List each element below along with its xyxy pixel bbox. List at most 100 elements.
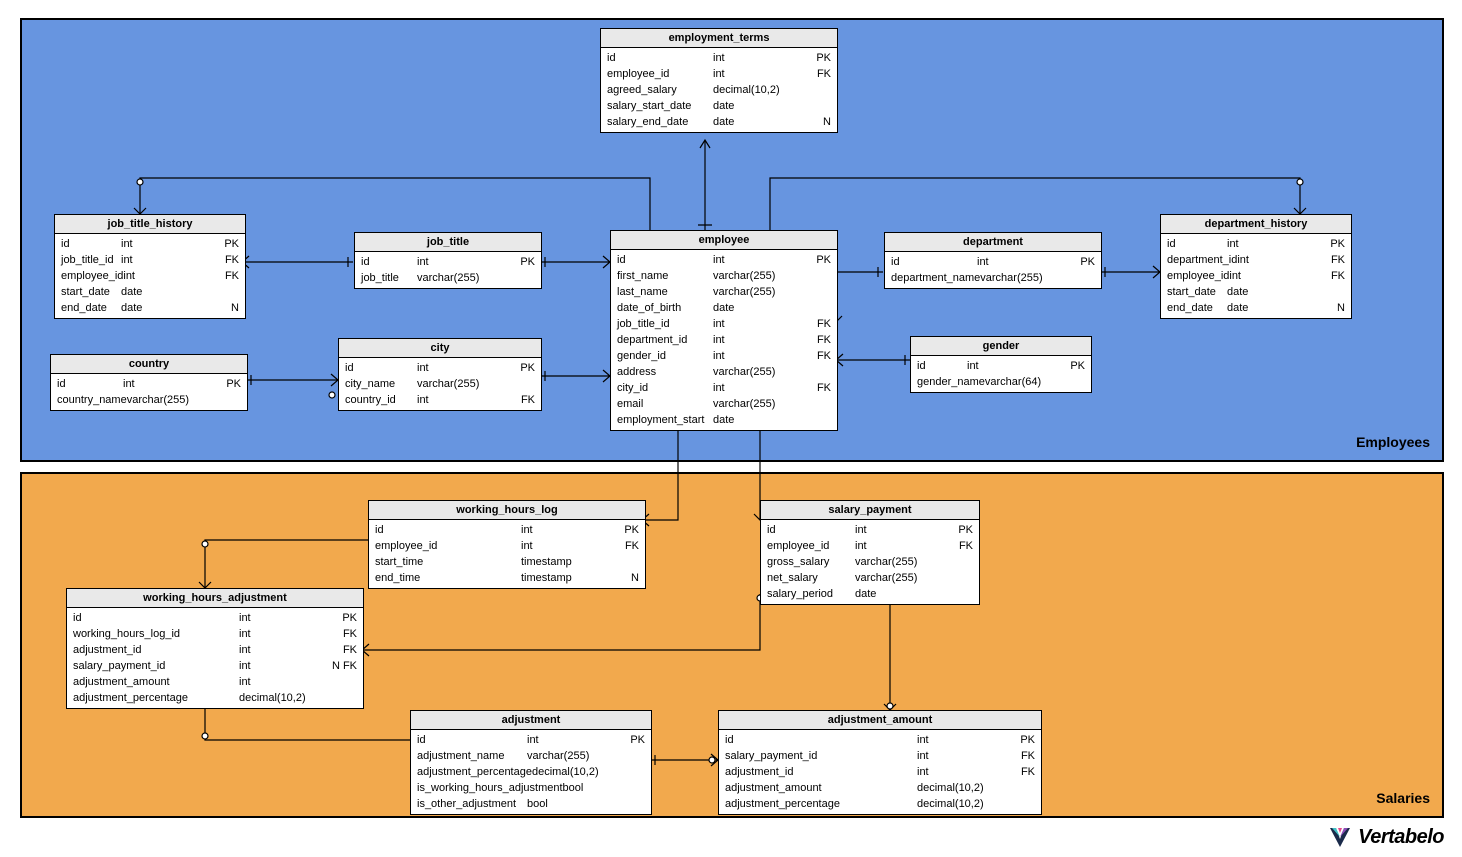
column-name: city_name	[345, 377, 417, 391]
column-key	[803, 301, 831, 315]
entity-title: city	[339, 339, 541, 358]
column-name: id	[417, 733, 527, 747]
entity-column: idintPK	[719, 732, 1041, 748]
column-type: int	[713, 51, 803, 65]
entity-column: salary_start_datedate	[601, 98, 837, 114]
entity-column: country_namevarchar(255)	[51, 392, 247, 408]
entity-adjustment[interactable]: adjustment idintPKadjustment_namevarchar…	[410, 710, 652, 815]
entity-column: adjustment_amountint	[67, 674, 363, 690]
entity-adjustment_amount[interactable]: adjustment_amount idintPKsalary_payment_…	[718, 710, 1042, 815]
column-name: adjustment_amount	[725, 781, 917, 795]
entity-column: job_titlevarchar(255)	[355, 270, 541, 286]
entity-department[interactable]: department idintPKdepartment_namevarchar…	[884, 232, 1102, 289]
column-name: id	[617, 253, 713, 267]
entity-salary_payment[interactable]: salary_payment idintPKemployee_idintFKgr…	[760, 500, 980, 605]
column-key: FK	[1007, 765, 1035, 779]
column-name: id	[361, 255, 417, 269]
column-key	[803, 99, 831, 113]
column-name: department_id	[1167, 253, 1237, 267]
column-type: varchar(255)	[855, 555, 945, 569]
column-name: adjustment_percentage	[725, 797, 917, 811]
column-key: PK	[1317, 237, 1345, 251]
vertabelo-logo-text: Vertabelo	[1358, 826, 1444, 849]
entity-employment_terms[interactable]: employment_terms idintPKemployee_idintFK…	[600, 28, 838, 133]
column-type: int	[713, 381, 803, 395]
entity-column: city_namevarchar(255)	[339, 376, 541, 392]
entity-column: idintPK	[355, 254, 541, 270]
entity-job_title_history[interactable]: job_title_history idintPKjob_title_idint…	[54, 214, 246, 319]
column-key	[507, 271, 535, 285]
entity-column: adjustment_namevarchar(255)	[411, 748, 651, 764]
entity-column: salary_perioddate	[761, 586, 979, 602]
column-type: date	[121, 301, 211, 315]
column-type: varchar(255)	[527, 749, 617, 763]
column-name: employment_start	[617, 413, 713, 427]
column-key: FK	[211, 253, 239, 267]
column-name: id	[57, 377, 123, 391]
column-name: id	[1167, 237, 1227, 251]
entity-working_hours_adjustment[interactable]: working_hours_adjustment idintPKworking_…	[66, 588, 364, 709]
column-key: FK	[803, 67, 831, 81]
entity-column: idintPK	[611, 252, 837, 268]
column-type: decimal(10,2)	[917, 781, 1007, 795]
entity-title: country	[51, 355, 247, 374]
vertabelo-logo: Vertabelo	[1328, 825, 1444, 849]
column-key: FK	[945, 539, 973, 553]
column-key	[625, 781, 645, 795]
column-name: gender_id	[617, 349, 713, 363]
column-key	[945, 555, 973, 569]
entity-gender[interactable]: gender idintPKgender_namevarchar(64)	[910, 336, 1092, 393]
entity-column: end_datedateN	[55, 300, 245, 316]
column-type: bool	[563, 781, 626, 795]
entity-city[interactable]: city idintPKcity_namevarchar(255)country…	[338, 338, 542, 411]
column-type: int	[239, 611, 329, 625]
column-type: varchar(255)	[417, 377, 507, 391]
column-key: FK	[212, 269, 239, 283]
entity-column: emailvarchar(255)	[611, 396, 837, 412]
column-type: int	[417, 393, 507, 407]
entity-country[interactable]: country idintPKcountry_namevarchar(255)	[50, 354, 248, 411]
column-type: int	[1237, 253, 1319, 267]
column-type: varchar(255)	[417, 271, 507, 285]
column-key: PK	[213, 377, 241, 391]
entity-column: job_title_idintFK	[55, 252, 245, 268]
entity-title: adjustment_amount	[719, 711, 1041, 730]
column-key	[803, 285, 831, 299]
column-name: employee_id	[61, 269, 123, 283]
column-name: country_id	[345, 393, 417, 407]
column-key	[617, 797, 645, 811]
entity-column: city_idintFK	[611, 380, 837, 396]
column-key: FK	[329, 627, 357, 641]
column-type: varchar(255)	[713, 365, 803, 379]
column-key: PK	[507, 255, 535, 269]
entity-column: job_title_idintFK	[611, 316, 837, 332]
entity-column: employee_idintFK	[55, 268, 245, 284]
entity-job_title[interactable]: job_title idintPKjob_titlevarchar(255)	[354, 232, 542, 289]
column-key: PK	[803, 253, 831, 267]
column-type: bool	[527, 797, 617, 811]
column-key	[617, 749, 645, 763]
entity-column: idintPK	[911, 358, 1091, 374]
entity-working_hours_log[interactable]: working_hours_log idintPKemployee_idintF…	[368, 500, 646, 589]
column-key: N	[211, 301, 239, 315]
entity-column: idintPK	[51, 376, 247, 392]
column-name: gender_name	[917, 375, 985, 389]
entity-employee[interactable]: employee idintPKfirst_namevarchar(255)la…	[610, 230, 838, 431]
entity-column: end_datedateN	[1161, 300, 1351, 316]
column-name: working_hours_log_id	[73, 627, 239, 641]
column-name: adjustment_id	[73, 643, 239, 657]
entity-column: employee_idintFK	[369, 538, 645, 554]
entity-column: idintPK	[1161, 236, 1351, 252]
column-key	[1007, 797, 1035, 811]
column-type: date	[121, 285, 211, 299]
column-key: FK	[611, 539, 639, 553]
column-name: start_time	[375, 555, 521, 569]
entity-title: job_title_history	[55, 215, 245, 234]
column-key: FK	[329, 643, 357, 657]
column-name: id	[917, 359, 967, 373]
entity-department_history[interactable]: department_history idintPKdepartment_idi…	[1160, 214, 1352, 319]
column-name: id	[607, 51, 713, 65]
entity-title: adjustment	[411, 711, 651, 730]
column-key: FK	[803, 333, 831, 347]
column-name: start_date	[1167, 285, 1227, 299]
